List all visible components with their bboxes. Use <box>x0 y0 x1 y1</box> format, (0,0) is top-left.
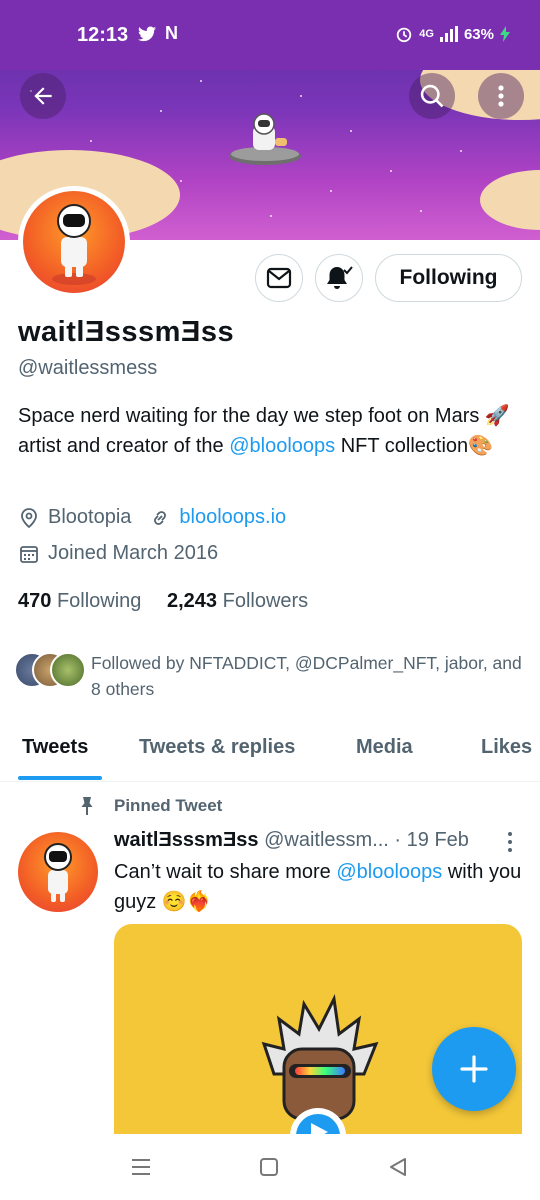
bell-check-icon <box>327 266 353 289</box>
back-button[interactable] <box>20 73 66 119</box>
tab-media[interactable]: Media <box>356 736 413 759</box>
system-navigation-bar <box>0 1134 540 1200</box>
followed-by-text: Followed by NFTADDICT, @DCPalmer_NFT, ja… <box>91 653 522 699</box>
astronaut-avatar-illustration <box>52 204 96 285</box>
followers-label: Followers <box>222 590 309 612</box>
profile-handle: @waitlessmess <box>18 357 158 379</box>
signal-icon <box>439 26 458 42</box>
profile-joined-row: Joined March 2016 <box>18 542 218 565</box>
astronaut-illustration <box>229 113 301 165</box>
search-button[interactable] <box>409 73 455 119</box>
tweet-text: Can’t wait to share more @blooloops with… <box>114 857 524 917</box>
follow-counts: 470 Following 2,243 Followers <box>18 590 308 613</box>
more-options-button[interactable] <box>478 73 524 119</box>
display-name: waitlƎsssmƎss <box>18 316 235 348</box>
status-time: 12:13 <box>77 24 129 46</box>
following-button[interactable]: Following <box>375 254 522 302</box>
link-icon <box>149 507 171 529</box>
charging-icon <box>500 26 510 42</box>
profile-tabs: Tweets Tweets & replies Media Likes <box>0 722 540 782</box>
profile-bio: Space nerd waiting for the day we step f… <box>18 401 523 461</box>
following-count: 470 <box>18 590 52 612</box>
pinned-text: Pinned Tweet <box>114 796 223 815</box>
notifications-button[interactable] <box>315 254 363 302</box>
tweet-text-start: Can’t wait to share more <box>114 861 337 883</box>
netflix-notification-icon: N <box>165 23 178 43</box>
profile-location: Blootopia <box>48 506 132 528</box>
battery-percent: 63% <box>463 25 494 43</box>
recent-apps-icon[interactable] <box>130 1156 152 1178</box>
tab-tweets[interactable]: Tweets <box>22 736 88 759</box>
astronaut-avatar-illustration <box>44 843 72 902</box>
pinned-tweet-label: Pinned Tweet <box>78 796 222 816</box>
mail-icon <box>266 267 292 289</box>
profile-location-row: Blootopia blooloops.io <box>18 506 286 529</box>
calendar-icon <box>18 543 40 565</box>
tweet-header: waitlƎsssmƎss @waitlessm... · 19 Feb <box>114 829 514 852</box>
network-type: 4G <box>419 28 434 40</box>
compose-tweet-button[interactable] <box>432 1027 516 1111</box>
bio-text-end: NFT collection🎨 <box>335 435 494 457</box>
twitter-notification-icon <box>138 26 156 42</box>
profile-avatar[interactable] <box>18 186 130 298</box>
tab-likes[interactable]: Likes <box>481 736 532 759</box>
followers-count-link[interactable]: 2,243 Followers <box>167 590 308 612</box>
following-label: Following <box>56 590 142 612</box>
bio-mention-link[interactable]: @blooloops <box>229 435 335 457</box>
tweet-date[interactable]: · 19 Feb <box>394 829 468 851</box>
more-vertical-icon <box>498 85 504 107</box>
status-bar: 12:13 N 4G 63% <box>0 0 540 70</box>
pin-icon <box>81 797 93 815</box>
profile-website-link[interactable]: blooloops.io <box>179 506 286 529</box>
tweet-more-icon[interactable] <box>505 830 515 854</box>
tweet-mention-link[interactable]: @blooloops <box>336 861 442 883</box>
tweet-author-avatar[interactable] <box>18 832 98 912</box>
active-tab-indicator <box>18 776 102 780</box>
tweet-author-name[interactable]: waitlƎsssmƎss <box>114 829 259 851</box>
followers-count: 2,243 <box>166 590 218 612</box>
home-icon[interactable] <box>259 1157 279 1177</box>
message-button[interactable] <box>255 254 303 302</box>
alarm-icon <box>397 27 412 43</box>
back-nav-icon[interactable] <box>388 1156 408 1178</box>
search-icon <box>420 84 444 108</box>
following-count-link[interactable]: 470 Following <box>18 590 141 612</box>
tab-tweets-replies[interactable]: Tweets & replies <box>139 736 295 759</box>
arrow-left-icon <box>34 87 52 105</box>
location-icon <box>18 507 40 529</box>
follower-avatar <box>50 652 86 688</box>
profile-joined: Joined March 2016 <box>48 542 219 564</box>
status-indicators: 4G 63% <box>395 25 510 43</box>
plus-icon <box>460 1055 488 1083</box>
tweet-author-handle: @waitlessm... <box>264 829 389 851</box>
